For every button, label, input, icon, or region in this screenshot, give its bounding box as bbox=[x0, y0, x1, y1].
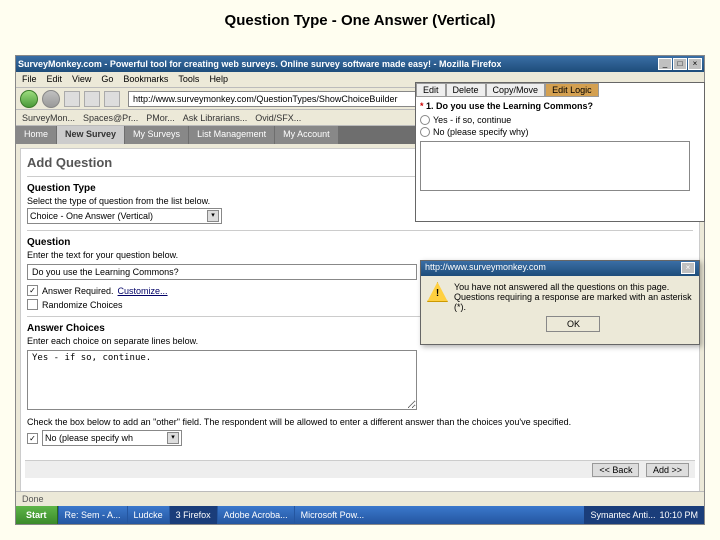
chevron-down-icon: ▾ bbox=[207, 210, 219, 222]
bookmark-item[interactable]: Ask Librarians... bbox=[183, 112, 248, 123]
taskbar: Start Re: Sem - A... Ludcke 3 Firefox Ad… bbox=[16, 506, 704, 524]
preview-tab-copymove[interactable]: Copy/Move bbox=[486, 83, 546, 97]
stop-icon[interactable] bbox=[84, 91, 100, 107]
tray-app[interactable]: Symantec Anti... bbox=[590, 510, 655, 520]
status-bar: Done bbox=[16, 491, 704, 506]
option-label: Yes - if so, continue bbox=[433, 115, 511, 125]
taskbar-item[interactable]: Ludcke bbox=[127, 506, 169, 524]
bookmark-item[interactable]: Spaces@Pr... bbox=[83, 112, 138, 123]
randomize-checkbox[interactable] bbox=[27, 299, 38, 310]
warning-icon bbox=[427, 282, 448, 302]
start-button[interactable]: Start bbox=[16, 506, 58, 524]
preview-question: * 1. Do you use the Learning Commons? bbox=[420, 101, 700, 111]
preview-tab-delete[interactable]: Delete bbox=[446, 83, 486, 97]
question-preview-panel: Edit Delete Copy/Move Edit Logic * 1. Do… bbox=[415, 82, 705, 222]
tab-my-account[interactable]: My Account bbox=[275, 126, 338, 144]
menu-bookmarks[interactable]: Bookmarks bbox=[123, 74, 168, 85]
maximize-button[interactable]: □ bbox=[673, 58, 687, 70]
slide-title: Question Type - One Answer (Vertical) bbox=[0, 0, 720, 41]
close-button[interactable]: × bbox=[688, 58, 702, 70]
radio-option-1[interactable] bbox=[420, 115, 430, 125]
system-tray[interactable]: Symantec Anti... 10:10 PM bbox=[584, 506, 704, 524]
chevron-down-icon: ▾ bbox=[167, 432, 179, 444]
taskbar-item[interactable]: Microsoft Pow... bbox=[294, 506, 371, 524]
answer-required-label: Answer Required. bbox=[42, 286, 114, 296]
preview-tab-edit[interactable]: Edit bbox=[416, 83, 446, 97]
titlebar: SurveyMonkey.com - Powerful tool for cre… bbox=[16, 56, 704, 72]
minimize-button[interactable]: _ bbox=[658, 58, 672, 70]
window-title: SurveyMonkey.com - Powerful tool for cre… bbox=[18, 59, 501, 69]
back-button[interactable]: << Back bbox=[592, 463, 639, 477]
home-icon[interactable] bbox=[104, 91, 120, 107]
answer-choices-textarea[interactable] bbox=[27, 350, 417, 410]
bookmark-item[interactable]: Ovid/SFX... bbox=[255, 112, 301, 123]
question-type-select[interactable]: Choice - One Answer (Vertical) ▾ bbox=[27, 208, 222, 224]
tab-list-mgmt[interactable]: List Management bbox=[189, 126, 274, 144]
forward-button[interactable] bbox=[42, 90, 60, 108]
menu-tools[interactable]: Tools bbox=[178, 74, 199, 85]
customize-link[interactable]: Customize... bbox=[118, 286, 168, 296]
back-button[interactable] bbox=[20, 90, 38, 108]
taskbar-item[interactable]: Adobe Acroba... bbox=[217, 506, 294, 524]
option-label: No (please specify why) bbox=[433, 127, 529, 137]
reload-icon[interactable] bbox=[64, 91, 80, 107]
question-desc: Enter the text for your question below. bbox=[27, 250, 693, 260]
radio-option-2[interactable] bbox=[420, 127, 430, 137]
form-footer: << Back Add >> bbox=[25, 460, 695, 478]
alert-text-1: You have not answered all the questions … bbox=[454, 282, 693, 292]
taskbar-item[interactable]: 3 Firefox bbox=[169, 506, 217, 524]
dialog-close-button[interactable]: × bbox=[681, 262, 695, 274]
answer-required-checkbox[interactable]: ✓ bbox=[27, 285, 38, 296]
preview-tab-editlogic[interactable]: Edit Logic bbox=[545, 83, 599, 97]
menu-view[interactable]: View bbox=[72, 74, 91, 85]
tab-my-surveys[interactable]: My Surveys bbox=[125, 126, 188, 144]
randomize-label: Randomize Choices bbox=[42, 300, 123, 310]
menu-go[interactable]: Go bbox=[101, 74, 113, 85]
preview-other-textarea[interactable] bbox=[420, 141, 690, 191]
question-text-input[interactable] bbox=[27, 264, 417, 280]
menu-edit[interactable]: Edit bbox=[47, 74, 63, 85]
alert-text-2: Questions requiring a response are marke… bbox=[454, 292, 693, 312]
tab-home[interactable]: Home bbox=[16, 126, 56, 144]
other-field-hint: Check the box below to add an "other" fi… bbox=[27, 417, 693, 427]
other-field-select[interactable]: No (please specify wh ▾ bbox=[42, 430, 182, 446]
bookmark-item[interactable]: SurveyMon... bbox=[22, 112, 75, 123]
question-label: Question bbox=[27, 237, 693, 248]
other-field-checkbox[interactable]: ✓ bbox=[27, 433, 38, 444]
alert-dialog: http://www.surveymonkey.com × You have n… bbox=[420, 260, 700, 345]
add-button[interactable]: Add >> bbox=[646, 463, 689, 477]
other-dropdown-value: No (please specify wh bbox=[45, 433, 133, 443]
dropdown-value: Choice - One Answer (Vertical) bbox=[30, 211, 153, 221]
ok-button[interactable]: OK bbox=[546, 316, 600, 332]
taskbar-item[interactable]: Re: Sem - A... bbox=[58, 506, 127, 524]
menu-help[interactable]: Help bbox=[209, 74, 228, 85]
tab-new-survey[interactable]: New Survey bbox=[57, 126, 124, 144]
dialog-title: http://www.surveymonkey.com bbox=[425, 262, 546, 275]
menu-file[interactable]: File bbox=[22, 74, 37, 85]
clock: 10:10 PM bbox=[659, 510, 698, 520]
bookmark-item[interactable]: PMor... bbox=[146, 112, 175, 123]
